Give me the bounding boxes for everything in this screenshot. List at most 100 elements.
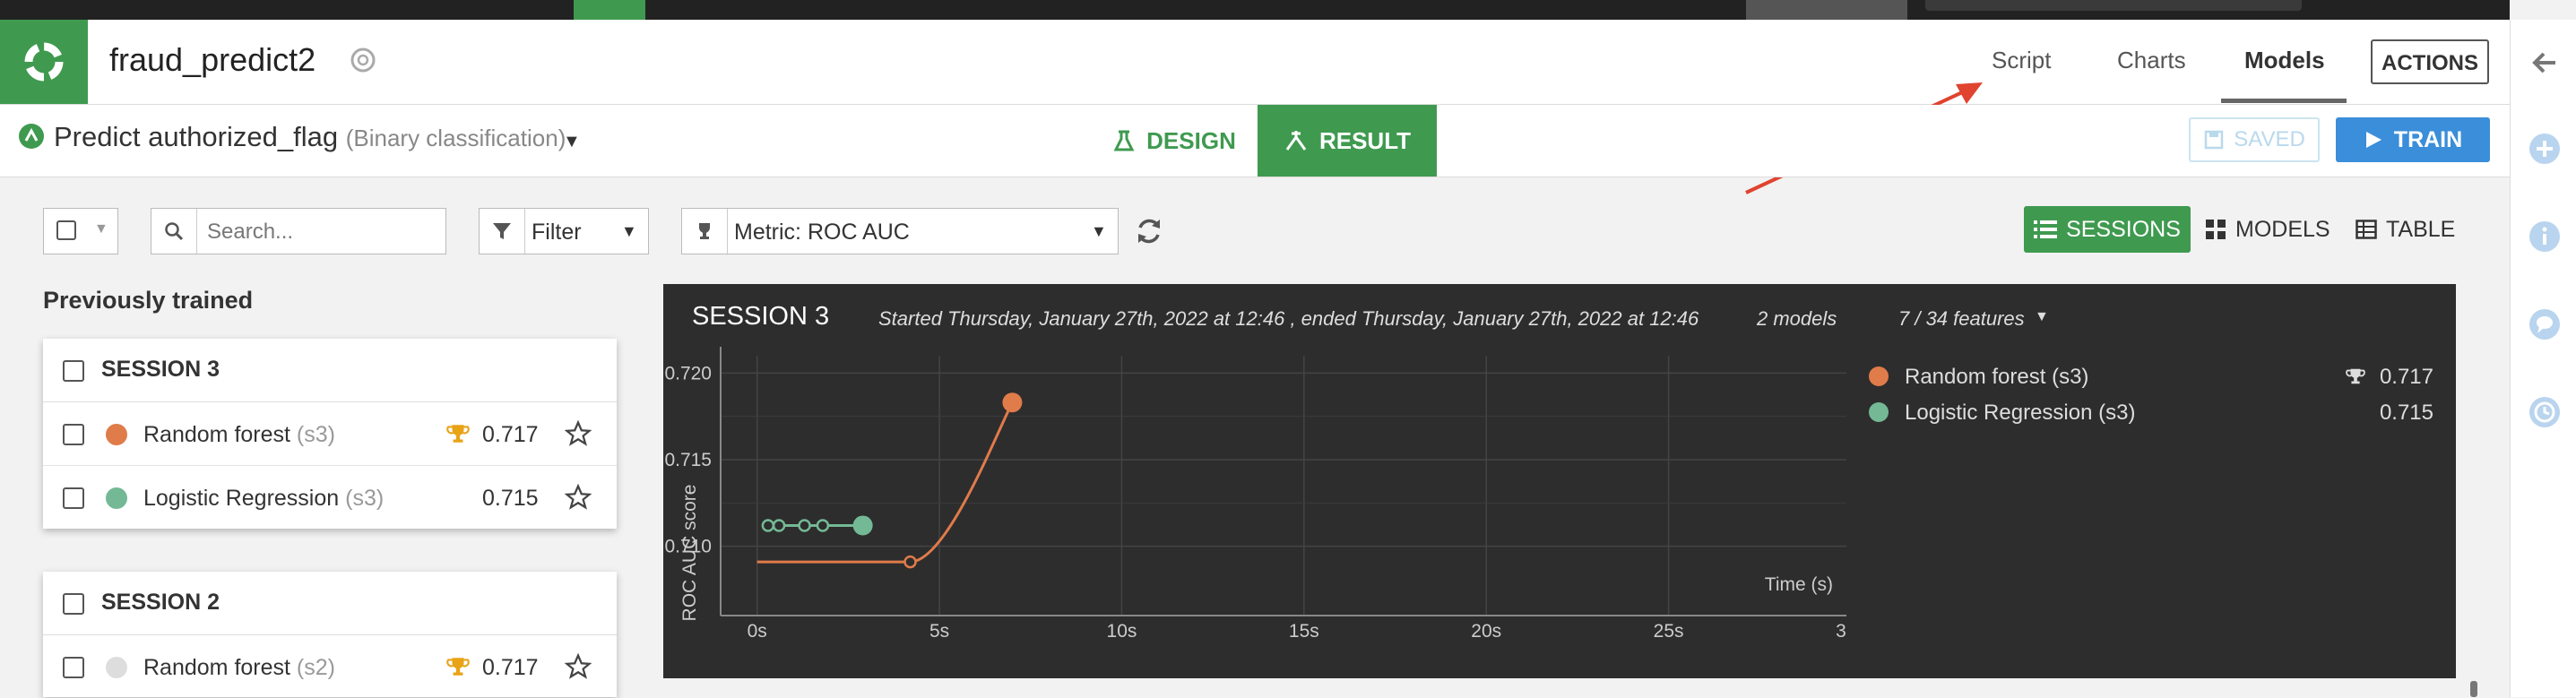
save-icon [2204,130,2224,150]
chart-series [756,392,1023,569]
refresh-icon[interactable] [1133,215,1165,247]
nav-tab-models[interactable]: Models [2244,47,2325,74]
task-type-label: (Binary classification) [345,125,566,151]
history-clock-icon[interactable] [2528,396,2561,428]
chart-y-tick-label: 0.720 [664,363,712,383]
back-arrow-icon[interactable] [2528,47,2561,79]
model-score: 0.717 [482,422,539,447]
dataiku-logo-icon[interactable] [0,20,88,104]
chart-x-tick-label: 15s [1289,621,1319,642]
search-box [151,208,451,255]
saved-button[interactable]: SAVED [2189,117,2320,162]
series-point-logistic-regression [761,519,775,532]
design-tab-label: DESIGN [1146,126,1236,154]
legend-item[interactable]: Logistic Regression (s3) 0.715 [1869,401,2433,436]
star-icon[interactable] [565,484,592,511]
legend-score: 0.717 [2379,365,2433,389]
star-icon[interactable] [565,653,592,680]
session-header[interactable]: SESSION 3 [43,339,617,402]
series-point-logistic-regression [798,519,811,532]
sessions-view-button[interactable]: SESSIONS [2024,206,2191,253]
chart-y-axis-label: ROC AUC score [679,485,700,622]
table-view-label: TABLE [2386,216,2456,242]
model-name-text: Random forest [143,655,290,680]
scrollbar-thumb[interactable] [2470,681,2477,697]
model-session-tag: (s3) [296,422,335,447]
task-bar: Predict authorized_flag (Binary classifi… [0,105,2510,177]
train-button[interactable]: TRAIN [2336,117,2490,162]
roc-auc-chart: 0s5s10s15s20s25s30s0.7100.7150.720 ROC A… [664,347,1846,642]
session-header[interactable]: SESSION 2 [43,572,617,635]
model-row[interactable]: Random forest (s2) 0.717 [43,635,617,698]
model-name-text: Random forest [143,422,290,447]
table-icon [2356,220,2377,239]
session-card: SESSION 3 Random forest (s3) 0.717 Logis… [43,339,617,529]
model-session-tag: (s2) [296,655,335,680]
project-status-icon[interactable] [350,47,376,73]
previously-trained-heading: Previously trained [43,287,254,314]
saved-button-label: SAVED [2234,127,2305,151]
session-checkbox[interactable] [63,593,84,615]
legend-score: 0.715 [2379,401,2433,425]
model-name[interactable]: Random forest (s2) [143,655,335,681]
os-top-strip [0,0,2510,20]
star-icon[interactable] [565,420,592,447]
table-view-button[interactable]: TABLE [2356,206,2463,253]
add-icon[interactable] [2528,133,2561,165]
model-row[interactable]: Logistic Regression (s3) 0.715 [43,466,617,529]
filter-icon [480,209,525,254]
project-title[interactable]: fraud_predict2 [109,41,316,79]
model-row[interactable]: Random forest (s3) 0.717 [43,402,617,466]
nav-tab-charts[interactable]: Charts [2117,47,2186,74]
nav-tab-script[interactable]: Script [1992,47,2051,74]
task-dropdown-caret-icon[interactable]: ▼ [563,132,581,152]
os-strip-segment [1746,0,1907,20]
chart-x-tick-label: 10s [1107,621,1137,642]
filter-dropdown[interactable]: Filter ▼ [479,208,649,254]
model-name[interactable]: Logistic Regression (s3) [143,486,384,512]
trophy-icon [2346,368,2365,384]
select-all-checkbox[interactable] [56,220,76,240]
result-tab-label: RESULT [1318,126,1412,154]
chevron-down-icon[interactable]: ▼ [94,221,108,237]
model-color-dot [106,657,127,678]
grid-icon [2206,220,2226,239]
actions-button[interactable]: ACTIONS [2371,39,2489,84]
os-strip-field [1925,0,2302,11]
play-icon [2365,132,2382,148]
metric-dropdown[interactable]: Metric: ROC AUC ▼ [681,208,1119,254]
model-score: 0.717 [482,655,539,680]
model-session-tag: (s3) [345,486,385,511]
design-tab[interactable]: DESIGN [1094,105,1255,177]
search-input[interactable] [198,209,451,255]
task-title[interactable]: Predict authorized_flag (Binary classifi… [54,121,566,153]
chart-legend: Random forest (s3) 0.717 Logistic Regres… [1869,365,2433,436]
list-icon [2034,220,2058,238]
trophy-icon [682,209,728,254]
discussion-icon[interactable] [2528,308,2561,340]
model-name-text: Logistic Regression [143,486,340,511]
model-checkbox[interactable] [63,424,84,445]
model-name[interactable]: Random forest (s3) [143,422,335,448]
task-type-icon [19,124,44,149]
flask-icon [1113,130,1135,151]
legend-item[interactable]: Random forest (s3) 0.717 [1869,365,2433,401]
metric-label: Metric: ROC AUC [734,220,910,245]
chevron-down-icon[interactable]: ▼ [2035,309,2049,325]
model-checkbox[interactable] [63,657,84,678]
model-color-dot [106,424,127,445]
model-checkbox[interactable] [63,487,84,509]
session-checkbox[interactable] [63,360,84,382]
session-features-dropdown[interactable]: 7 / 34 features [1898,307,2025,331]
right-rail [2510,20,2576,697]
select-all-dropdown[interactable]: ▼ [43,208,118,254]
models-view-button[interactable]: MODELS [2205,206,2330,253]
info-icon[interactable] [2528,220,2561,253]
sessions-view-label: SESSIONS [2066,216,2181,242]
task-title-name: Predict authorized_flag [54,121,339,152]
result-tab[interactable]: RESULT [1258,105,1437,177]
series-point-logistic-regression [816,519,830,532]
series-point-logistic-regression [852,515,873,536]
nav-tab-models-underline [2221,99,2347,103]
series-point-logistic-regression [772,519,786,532]
